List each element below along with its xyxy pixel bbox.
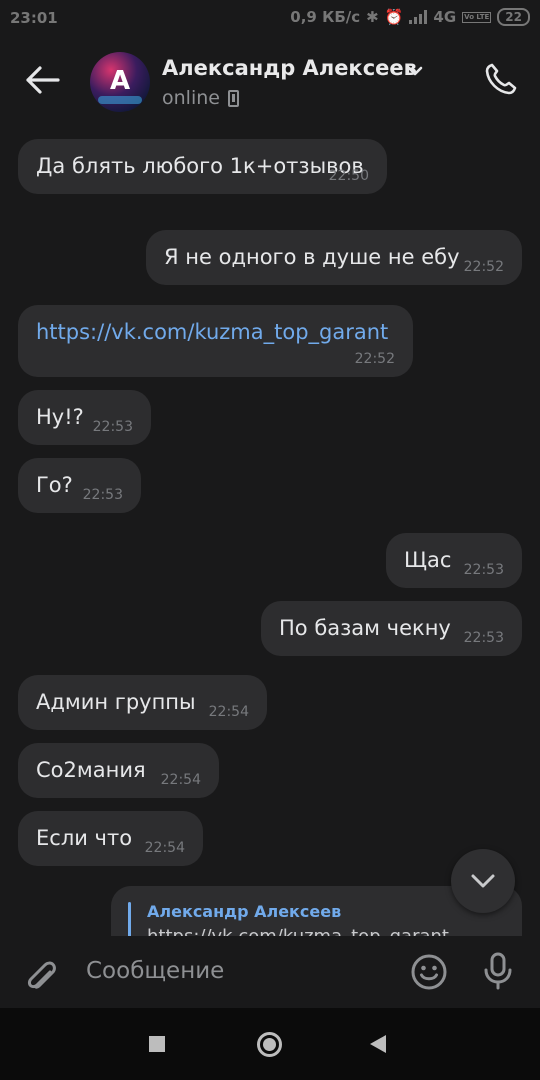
- microphone-icon[interactable]: [482, 951, 514, 991]
- message-time: 22:52: [354, 351, 395, 367]
- chat-header: A Александр Алексеев online: [0, 36, 540, 124]
- recents-icon[interactable]: [149, 1036, 165, 1052]
- system-nav-bar: [0, 1008, 540, 1080]
- mobile-icon: [228, 90, 239, 107]
- message-link[interactable]: https://vk.com/kuzma_top_garant: [36, 320, 388, 344]
- message-time: 22:53: [463, 630, 504, 646]
- message-bubble[interactable]: Если что 22:54: [18, 811, 203, 866]
- network-speed: 0,9 КБ/с: [290, 8, 361, 26]
- online-status: online: [162, 87, 220, 109]
- avatar[interactable]: A: [90, 52, 150, 112]
- message-list[interactable]: Да блять любого 1к+отзывов 22:50 Я не од…: [0, 124, 540, 936]
- scroll-down-button[interactable]: [451, 849, 515, 913]
- message-text: Я не одного в душе не ебу: [164, 245, 460, 269]
- status-bar: 23:01 0,9 КБ/с ✱ ⏰ 4G Vo LTE 22: [0, 0, 540, 36]
- message-time: 22:50: [328, 168, 369, 184]
- reply-author: Александр Алексеев: [147, 902, 342, 921]
- message-text: Го?: [36, 473, 73, 497]
- message-bubble[interactable]: Со2мания 22:54: [18, 743, 219, 798]
- message-text: Админ группы: [36, 690, 196, 714]
- paperclip-icon[interactable]: [22, 954, 62, 994]
- avatar-glow: [98, 96, 142, 104]
- message-bubble[interactable]: Ну!? 22:53: [18, 390, 151, 445]
- status-icons: 0,9 КБ/с ✱ ⏰ 4G Vo LTE 22: [290, 8, 530, 26]
- volte-icon: Vo LTE: [462, 11, 492, 23]
- message-text: Щас: [404, 548, 452, 572]
- message-time: 22:54: [160, 772, 201, 788]
- alarm-icon: ⏰: [384, 8, 404, 26]
- message-text: Если что: [36, 826, 133, 850]
- message-text: Да блять любого 1к+отзывов: [36, 154, 364, 178]
- composer-bar: [0, 936, 540, 1008]
- message-time: 22:53: [82, 487, 123, 503]
- message-bubble[interactable]: Щас 22:53: [386, 533, 522, 588]
- avatar-letter: A: [109, 66, 131, 96]
- network-type: 4G: [433, 8, 457, 26]
- message-bubble[interactable]: Админ группы 22:54: [18, 675, 267, 730]
- battery-icon: 22: [497, 8, 530, 26]
- clock: 23:01: [10, 9, 58, 27]
- message-time: 22:54: [144, 840, 185, 856]
- message-bubble[interactable]: Го? 22:53: [18, 458, 141, 513]
- message-input[interactable]: [86, 958, 386, 984]
- message-time: 22:54: [208, 704, 249, 720]
- phone-icon[interactable]: [484, 62, 518, 96]
- back-triangle-icon[interactable]: [370, 1035, 386, 1053]
- message-text: Со2мания: [36, 758, 146, 782]
- message-bubble[interactable]: По базам чекну 22:53: [261, 601, 522, 656]
- message-time: 22:53: [92, 419, 133, 435]
- contact-name[interactable]: Александр Алексеев: [162, 56, 417, 80]
- bluetooth-icon: ✱: [366, 8, 379, 26]
- message-time: 22:53: [463, 562, 504, 578]
- emoji-icon[interactable]: [410, 953, 448, 991]
- home-icon[interactable]: [257, 1032, 282, 1057]
- chevron-down-icon: [471, 874, 495, 888]
- chevron-down-icon[interactable]: [406, 64, 424, 78]
- message-bubble[interactable]: Я не одного в душе не ебу 22:52: [146, 230, 522, 285]
- message-bubble[interactable]: Да блять любого 1к+отзывов 22:50: [18, 139, 387, 194]
- reply-quote-bar: [128, 902, 131, 936]
- reply-text: https://vk.com/kuzma_top_garant: [147, 926, 449, 936]
- message-bubble[interactable]: https://vk.com/kuzma_top_garant 22:52: [18, 305, 413, 377]
- message-text: По базам чекну: [279, 616, 451, 640]
- signal-icon: [409, 10, 428, 24]
- back-arrow-icon[interactable]: [22, 64, 62, 96]
- message-time: 22:52: [463, 259, 504, 275]
- message-text: Ну!?: [36, 405, 84, 429]
